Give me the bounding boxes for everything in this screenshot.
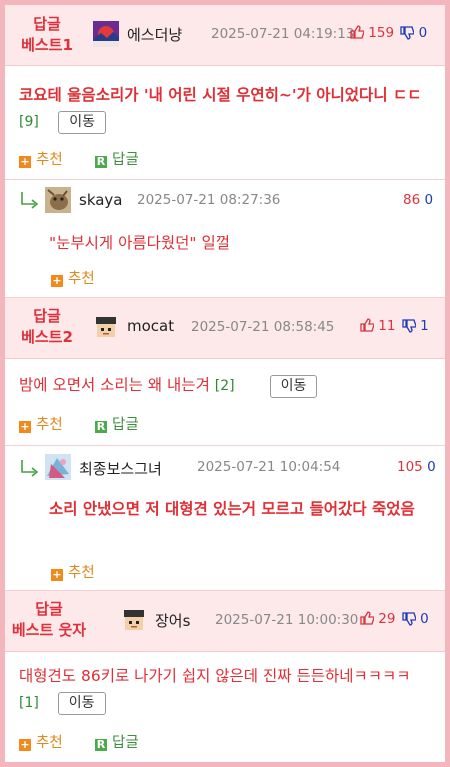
avatar[interactable] (121, 607, 147, 633)
recommend-label: 추천 (36, 152, 63, 168)
sub-reply-nickname[interactable]: skaya (79, 191, 123, 209)
post-date: 2025-07-21 10:00:30 (215, 612, 359, 628)
downvote-count[interactable]: 0 (424, 192, 433, 208)
downvote-count[interactable]: 0 (427, 459, 436, 475)
recommend-button[interactable]: + 추천 (19, 731, 63, 752)
thumb-up-icon[interactable] (350, 25, 365, 39)
thumb-down-icon[interactable] (402, 319, 417, 333)
recommend-button[interactable]: + 추천 (51, 561, 95, 582)
move-button[interactable]: 이동 (58, 111, 107, 134)
reply-label: 답글 (112, 152, 139, 168)
thumb-down-icon[interactable] (402, 612, 417, 626)
comment-count: [1] (19, 695, 39, 711)
reply-title[interactable]: 코요테 울음소리가 '내 어린 시절 우연히~'가 아니었다니 ㄷㄷ [9] 이… (19, 82, 429, 135)
best-badge: 답글 베스트2 (17, 306, 77, 348)
divider (5, 445, 445, 446)
plus-square-icon: + (51, 568, 63, 581)
plus-square-icon: + (19, 155, 31, 168)
reply-button[interactable]: R 답글 (95, 148, 139, 169)
upvote-count: 29 (378, 611, 396, 627)
upvote-count: 159 (368, 25, 395, 41)
reply-title-text[interactable]: 코요테 울음소리가 '내 어린 시절 우연히~'가 아니었다니 ㄷㄷ (19, 86, 422, 104)
badge-rank: 베스트1 (21, 36, 73, 54)
vote-counts: 159 0 (350, 25, 427, 41)
post-date: 2025-07-21 08:58:45 (191, 319, 335, 335)
upvote-count[interactable]: 86 (403, 192, 420, 208)
upvote-count[interactable]: 105 (397, 459, 423, 475)
recommend-label: 추천 (68, 271, 95, 287)
recommend-label: 추천 (68, 565, 95, 581)
plus-square-icon: + (51, 274, 63, 287)
sub-reply-text: "눈부시게 아름다웠던" 일껄 (49, 234, 230, 252)
reply-arrow-icon (21, 460, 39, 477)
author-nickname[interactable]: mocat (127, 317, 174, 335)
badge-rank: 베스트 웃자 (11, 621, 87, 639)
comment-count: [2] (214, 378, 235, 394)
thumb-up-icon[interactable] (360, 611, 375, 625)
reply-title-text[interactable]: 대형견도 86키로 나가기 쉽지 않은데 진짜 든든하네ㅋㅋㅋㅋ (19, 667, 411, 685)
divider (5, 179, 445, 180)
upvote-count: 11 (378, 318, 396, 334)
sub-reply-text: 소리 안냈으면 저 대형견 있는거 모르고 들어갔다 죽었음 (49, 500, 415, 518)
r-square-icon: R (95, 155, 107, 168)
recommend-button[interactable]: + 추천 (51, 267, 95, 288)
author-nickname[interactable]: 에스더냥 (127, 24, 182, 45)
recommend-label: 추천 (36, 735, 63, 751)
badge-label: 답글 (33, 307, 61, 325)
reply-arrow-icon (21, 192, 39, 209)
recommend-button[interactable]: + 추천 (19, 413, 63, 434)
plus-square-icon: + (19, 738, 31, 751)
sub-reply-date: 2025-07-21 10:04:54 (197, 459, 341, 475)
best-reply-header: 답글 베스트1 에스더냥 2025-07-21 04:19:13 159 0 (5, 5, 445, 66)
reply-title[interactable]: 대형견도 86키로 나가기 쉽지 않은데 진짜 든든하네ㅋㅋㅋㅋ [1] 이동 (19, 663, 429, 716)
vote-counts: 29 0 (360, 611, 429, 627)
avatar[interactable] (45, 187, 71, 213)
recommend-label: 추천 (36, 417, 63, 433)
reply-button[interactable]: R 답글 (95, 731, 139, 752)
reply-label: 답글 (112, 417, 139, 433)
move-button[interactable]: 이동 (57, 692, 106, 715)
thumb-down-icon[interactable] (400, 26, 416, 40)
best-replies-panel: 답글 베스트1 에스더냥 2025-07-21 04:19:13 159 0 코… (5, 5, 445, 762)
reply-button[interactable]: R 답글 (95, 413, 139, 434)
reply-title[interactable]: 밤에 오면서 소리는 왜 내는겨 [2] 이동 (19, 372, 429, 399)
post-date: 2025-07-21 04:19:13 (211, 26, 355, 42)
badge-label: 답글 (35, 600, 63, 618)
thumb-up-icon[interactable] (360, 318, 375, 332)
avatar[interactable] (93, 21, 119, 47)
sub-reply-nickname[interactable]: 최종보스그녀 (79, 458, 162, 479)
sub-reply-date: 2025-07-21 08:27:36 (137, 192, 281, 208)
plus-square-icon: + (19, 420, 31, 433)
best-reply-header: 답글 베스트2 mocat 2025-07-21 08:58:45 11 1 (5, 297, 445, 359)
r-square-icon: R (95, 738, 107, 751)
best-reply-header: 답글 베스트 웃자 장어s 2025-07-21 10:00:30 29 0 (5, 590, 445, 652)
downvote-count: 0 (420, 611, 429, 627)
author-nickname[interactable]: 장어s (155, 610, 190, 631)
badge-label: 답글 (33, 15, 61, 33)
best-badge: 답글 베스트1 (17, 14, 77, 56)
comment-count: [9] (19, 114, 39, 130)
r-square-icon: R (95, 420, 107, 433)
recommend-button[interactable]: + 추천 (19, 148, 63, 169)
avatar[interactable] (45, 454, 71, 480)
downvote-count: 0 (418, 25, 428, 41)
avatar[interactable] (93, 314, 119, 340)
vote-counts: 11 1 (360, 318, 429, 334)
move-button[interactable]: 이동 (269, 375, 318, 398)
sub-reply-votes: 86 0 (403, 192, 433, 208)
badge-rank: 베스트2 (21, 328, 73, 346)
reply-label: 답글 (112, 735, 139, 751)
reply-title-text[interactable]: 밤에 오면서 소리는 왜 내는겨 (19, 376, 210, 394)
downvote-count: 1 (420, 318, 429, 334)
sub-reply-votes: 105 0 (397, 459, 436, 475)
best-badge: 답글 베스트 웃자 (11, 599, 87, 641)
